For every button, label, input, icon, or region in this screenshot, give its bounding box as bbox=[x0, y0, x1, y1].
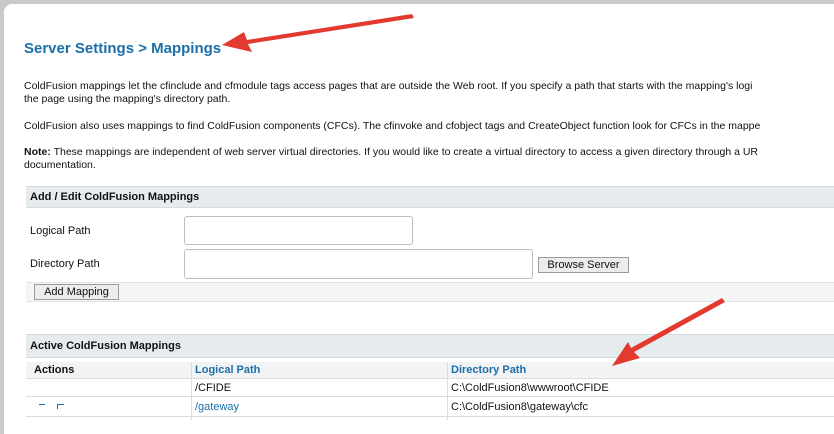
intro-line-2: the page using the mapping's directory p… bbox=[24, 93, 231, 105]
row-1-directory-path: C:\ColdFusion8\wwwroot\CFIDE bbox=[451, 382, 609, 394]
intro-line-3: ColdFusion also uses mappings to find Co… bbox=[24, 120, 761, 132]
note-label: Note: bbox=[24, 146, 51, 158]
note-text-2: documentation. bbox=[24, 159, 96, 171]
column-header-directory-path[interactable]: Directory Path bbox=[451, 364, 526, 376]
directory-path-label: Directory Path bbox=[30, 258, 100, 270]
add-edit-header: Add / Edit ColdFusion Mappings bbox=[26, 186, 834, 208]
intro-line-1: ColdFusion mappings let the cfinclude an… bbox=[24, 80, 753, 92]
table-row bbox=[26, 397, 834, 417]
table-row bbox=[26, 379, 834, 397]
browse-server-button[interactable]: Browse Server bbox=[538, 257, 629, 273]
add-mapping-row bbox=[26, 282, 834, 302]
page-title: Server Settings > Mappings bbox=[24, 40, 222, 57]
column-header-actions: Actions bbox=[34, 364, 75, 376]
edit-icon[interactable] bbox=[39, 404, 45, 409]
active-mappings-header: Active ColdFusion Mappings bbox=[26, 334, 834, 358]
intro-paragraph-2: ColdFusion also uses mappings to find Co… bbox=[24, 120, 834, 133]
add-mapping-button[interactable]: Add Mapping bbox=[34, 284, 119, 300]
column-divider bbox=[447, 362, 448, 420]
table-header-row bbox=[26, 362, 834, 379]
row-2-directory-path: C:\ColdFusion8\gateway\cfc bbox=[451, 401, 588, 413]
column-header-logical-path[interactable]: Logical Path bbox=[195, 364, 260, 376]
row-1-logical-path: /CFIDE bbox=[195, 382, 232, 394]
delete-icon[interactable] bbox=[57, 404, 64, 409]
directory-path-input[interactable] bbox=[184, 249, 533, 279]
intro-paragraph-1: ColdFusion mappings let the cfinclude an… bbox=[24, 80, 834, 106]
note-text: These mappings are independent of web se… bbox=[50, 146, 759, 158]
note-paragraph: Note: These mappings are independent of … bbox=[24, 146, 834, 172]
logical-path-input[interactable] bbox=[184, 216, 413, 245]
column-divider bbox=[191, 362, 192, 420]
logical-path-label: Logical Path bbox=[30, 225, 91, 237]
row-2-logical-path[interactable]: /gateway bbox=[195, 401, 239, 413]
